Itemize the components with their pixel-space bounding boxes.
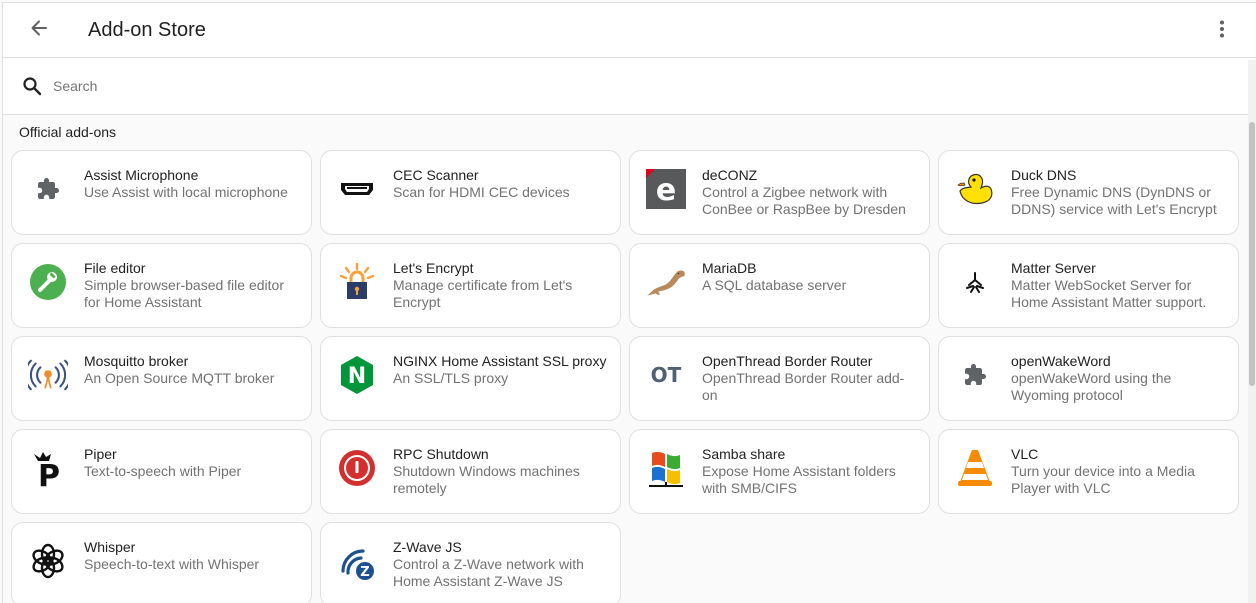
windows-network-icon: [646, 448, 686, 488]
addon-title: Let's Encrypt: [393, 260, 474, 276]
addon-card-cec-scanner[interactable]: CEC Scanner Scan for HDMI CEC devices: [320, 150, 621, 235]
addon-title: Mosquitto broker: [84, 353, 189, 369]
addon-grid: Assist Microphone Use Assist with local …: [11, 150, 1256, 603]
addon-description: openWakeWord using the Wyoming protocol: [1011, 370, 1172, 403]
addon-title: Matter Server: [1011, 260, 1096, 276]
addon-title: Z-Wave JS: [393, 539, 462, 555]
search-bar: [3, 58, 1256, 115]
openai-logo-icon: [28, 541, 68, 581]
addon-description: Expose Home Assistant folders with SMB/C…: [702, 463, 896, 496]
antenna-icon: [28, 355, 68, 395]
addon-description: Use Assist with local microphone: [84, 184, 288, 200]
app-window: Add-on Store Official add-ons Assist Mic…: [2, 2, 1256, 603]
section-title: Official add-ons: [19, 124, 117, 140]
addon-card-openwakeword[interactable]: openWakeWord openWakeWord using the Wyom…: [938, 336, 1239, 421]
addon-card-assist-microphone[interactable]: Assist Microphone Use Assist with local …: [11, 150, 312, 235]
nginx-logo-icon: N: [337, 355, 377, 395]
deconz-logo-letter: e: [656, 173, 676, 208]
power-icon: [337, 448, 377, 488]
addon-card-deconz[interactable]: e deCONZ Control a Zigbee network with C…: [629, 150, 930, 235]
addon-description: OpenThread Border Router add-on: [702, 370, 905, 403]
addon-description: Control a Zigbee network with ConBee or …: [702, 184, 906, 217]
addon-title: Assist Microphone: [84, 167, 199, 183]
page-title: Add-on Store: [88, 18, 206, 41]
matter-logo-icon: [955, 262, 995, 302]
piper-logo-letter: P: [38, 459, 60, 488]
nginx-logo-letter: N: [348, 364, 366, 389]
deconz-logo-icon: e: [646, 169, 686, 209]
addon-title: openWakeWord: [1011, 353, 1111, 369]
openthread-logo-icon: OT: [646, 355, 686, 395]
addon-description: Scan for HDMI CEC devices: [393, 184, 570, 200]
addon-title: Duck DNS: [1011, 167, 1077, 183]
addon-description: An SSL/TLS proxy: [393, 370, 509, 386]
addon-description: Free Dynamic DNS (DynDNS or DDNS) servic…: [1011, 184, 1217, 217]
addon-description: Manage certificate from Let's Encrypt: [393, 277, 573, 310]
addon-card-nginx-ssl-proxy[interactable]: N NGINX Home Assistant SSL proxy An SSL/…: [320, 336, 621, 421]
overflow-menu-button[interactable]: [1202, 11, 1242, 51]
addon-title: Piper: [84, 446, 117, 462]
addon-description: Control a Z-Wave network with Home Assis…: [393, 556, 584, 589]
back-button[interactable]: [19, 10, 59, 50]
arrow-left-icon: [29, 18, 49, 43]
addon-card-lets-encrypt[interactable]: Let's Encrypt Manage certificate from Le…: [320, 243, 621, 328]
wrench-icon: [28, 262, 68, 302]
addon-description: Text-to-speech with Piper: [84, 463, 242, 479]
addon-title: RPC Shutdown: [393, 446, 489, 462]
addon-title: MariaDB: [702, 260, 757, 276]
addon-card-samba-share[interactable]: Samba share Expose Home Assistant folder…: [629, 429, 930, 514]
addon-title: Whisper: [84, 539, 136, 555]
addon-card-mosquitto-broker[interactable]: Mosquitto broker An Open Source MQTT bro…: [11, 336, 312, 421]
addon-title: File editor: [84, 260, 146, 276]
duck-icon: [955, 169, 995, 209]
addon-card-rpc-shutdown[interactable]: RPC Shutdown Shutdown Windows machines r…: [320, 429, 621, 514]
openthread-logo-text: OT: [651, 363, 682, 387]
addon-title: deCONZ: [702, 167, 758, 183]
addon-description: Turn your device into a Media Player wit…: [1011, 463, 1195, 496]
addon-title: Samba share: [702, 446, 786, 462]
scrollbar-track[interactable]: [1248, 60, 1256, 603]
zwave-logo-letter: Z: [360, 565, 369, 580]
search-input[interactable]: [53, 78, 1153, 94]
addon-card-zwave-js[interactable]: Z Z-Wave JS Control a Z-Wave network wit…: [320, 522, 621, 603]
addon-description: Simple browser-based file editor for Hom…: [84, 277, 284, 310]
addon-card-vlc[interactable]: VLC Turn your device into a Media Player…: [938, 429, 1239, 514]
addon-description: Shutdown Windows machines remotely: [393, 463, 580, 496]
addon-title: OpenThread Border Router: [702, 353, 873, 369]
piper-logo-icon: P: [28, 448, 68, 488]
search-icon: [21, 75, 43, 97]
addon-card-openthread-border-router[interactable]: OT OpenThread Border Router OpenThread B…: [629, 336, 930, 421]
addon-card-piper[interactable]: P Piper Text-to-speech with Piper: [11, 429, 312, 514]
addon-title: CEC Scanner: [393, 167, 479, 183]
addon-description: A SQL database server: [702, 277, 847, 293]
traffic-cone-icon: [955, 448, 995, 488]
puzzle-icon: [28, 169, 68, 209]
seal-icon: [646, 262, 686, 302]
addon-card-file-editor[interactable]: File editor Simple browser-based file ed…: [11, 243, 312, 328]
addon-description: An Open Source MQTT broker: [84, 370, 275, 386]
addon-description: Speech-to-text with Whisper: [84, 556, 260, 572]
addon-card-whisper[interactable]: Whisper Speech-to-text with Whisper: [11, 522, 312, 603]
puzzle-icon: [955, 355, 995, 395]
zwave-logo-icon: Z: [337, 541, 377, 581]
addon-card-matter-server[interactable]: Matter Server Matter WebSocket Server fo…: [938, 243, 1239, 328]
addon-card-mariadb[interactable]: MariaDB A SQL database server: [629, 243, 930, 328]
hdmi-port-icon: [337, 169, 377, 209]
addon-title: VLC: [1011, 446, 1039, 462]
top-app-bar: Add-on Store: [3, 3, 1256, 58]
addon-title: NGINX Home Assistant SSL proxy: [393, 353, 607, 369]
dots-vertical-icon: [1219, 20, 1225, 43]
addon-card-duck-dns[interactable]: Duck DNS Free Dynamic DNS (DynDNS or DDN…: [938, 150, 1239, 235]
padlock-icon: [337, 262, 377, 302]
addon-description: Matter WebSocket Server for Home Assista…: [1011, 277, 1207, 310]
scrollbar-thumb[interactable]: [1249, 122, 1255, 386]
